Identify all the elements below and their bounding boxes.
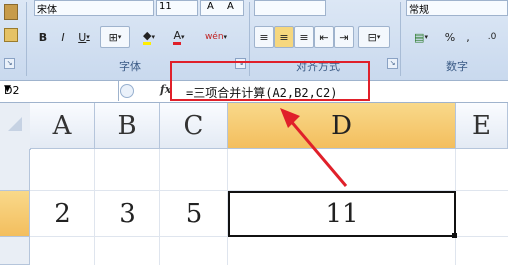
arrow-shaft xyxy=(288,119,348,187)
annotation-arrow xyxy=(280,108,348,187)
arrow-head xyxy=(280,108,300,128)
